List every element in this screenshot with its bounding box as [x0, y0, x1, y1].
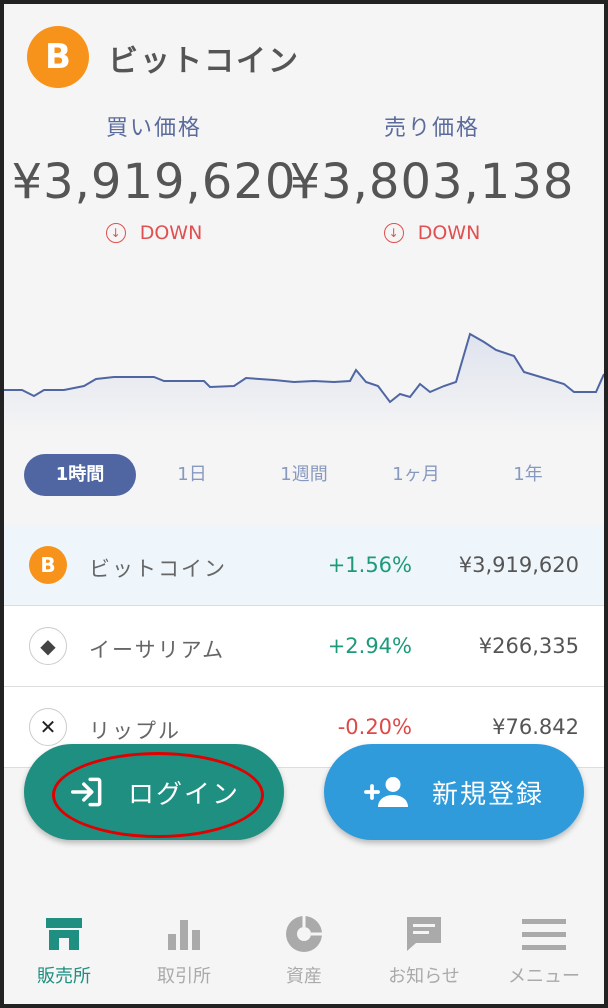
tab-1-year[interactable]: 1年	[472, 454, 584, 496]
bitcoin-logo-icon: B	[27, 26, 89, 88]
coin-title: ビットコイン	[108, 44, 300, 79]
sell-price-value: ¥3,803,138	[289, 154, 575, 210]
sell-price-panel: 売り価格 ¥3,803,138 ↓ DOWN	[282, 110, 582, 244]
nav-label-menu: メニュー	[508, 966, 580, 987]
ethereum-icon: ◆	[29, 627, 67, 665]
add-user-icon	[364, 777, 408, 807]
down-arrow-icon: ↓	[105, 223, 126, 243]
menu-icon	[484, 912, 604, 956]
buy-price-panel: 買い価格 ¥3,919,620 ↓ DOWN	[4, 110, 304, 244]
sell-trend-label: DOWN	[417, 222, 481, 244]
nav-item-exchange[interactable]: 取引所	[124, 900, 244, 1004]
bar-chart-icon	[124, 912, 244, 956]
nav-item-store[interactable]: 販売所	[4, 900, 124, 1004]
coin-change: -0.20%	[337, 715, 412, 739]
nav-item-assets[interactable]: 資産	[244, 900, 364, 1004]
buy-price-label: 買い価格	[105, 116, 202, 141]
chart-area	[4, 334, 604, 434]
coin-change: +2.94%	[327, 634, 412, 658]
coin-list: B ビットコイン +1.56% ¥3,919,620 ◆ イーサリアム +2.9…	[4, 525, 604, 768]
nav-item-menu[interactable]: メニュー	[484, 900, 604, 1004]
login-icon	[70, 777, 102, 807]
bottom-nav: 販売所 取引所 資産 お知らせ メニュー	[4, 900, 604, 1004]
tab-1-month[interactable]: 1ヶ月	[360, 454, 472, 496]
sell-trend: ↓ DOWN	[282, 222, 582, 244]
coin-name: イーサリアム	[89, 638, 226, 662]
down-arrow-icon: ↓	[383, 223, 404, 243]
tab-1-week[interactable]: 1週間	[248, 454, 360, 496]
price-chart	[4, 332, 604, 434]
login-button[interactable]: ログイン	[24, 744, 284, 840]
bitcoin-icon: B	[29, 546, 67, 584]
ripple-icon: ✕	[29, 708, 67, 746]
buy-price-value: ¥3,919,620	[11, 154, 297, 210]
pie-chart-icon	[244, 912, 364, 956]
tab-1-day[interactable]: 1日	[136, 454, 248, 496]
nav-label-assets: 資産	[286, 966, 322, 987]
sell-price-label: 売り価格	[383, 116, 480, 141]
nav-item-news[interactable]: お知らせ	[364, 900, 484, 1004]
header: B ビットコイン	[4, 4, 604, 104]
coin-name: リップル	[89, 719, 181, 743]
nav-label-news: お知らせ	[388, 966, 460, 987]
nav-label-store: 販売所	[37, 966, 91, 987]
coin-price: ¥76.842	[492, 715, 579, 739]
tab-1-hour[interactable]: 1時間	[24, 454, 136, 496]
message-icon	[364, 912, 484, 956]
coin-row-ethereum[interactable]: ◆ イーサリアム +2.94% ¥266,335	[4, 606, 604, 687]
coin-price: ¥3,919,620	[458, 553, 579, 577]
buy-trend-label: DOWN	[139, 222, 203, 244]
register-label: 新規登録	[431, 779, 544, 810]
coin-price: ¥266,335	[478, 634, 579, 658]
period-tabs: 1時間 1日 1週間 1ヶ月 1年	[24, 454, 584, 496]
register-button[interactable]: 新規登録	[324, 744, 584, 840]
buy-trend: ↓ DOWN	[4, 222, 304, 244]
coin-name: ビットコイン	[89, 557, 227, 581]
coin-change: +1.56%	[327, 553, 412, 577]
login-label: ログイン	[127, 779, 240, 810]
store-icon	[4, 912, 124, 956]
coin-row-bitcoin[interactable]: B ビットコイン +1.56% ¥3,919,620	[4, 525, 604, 606]
app-screen: B ビットコイン 買い価格 ¥3,919,620 ↓ DOWN 売り価格 ¥3,…	[4, 4, 604, 1004]
nav-label-exchange: 取引所	[157, 966, 211, 987]
